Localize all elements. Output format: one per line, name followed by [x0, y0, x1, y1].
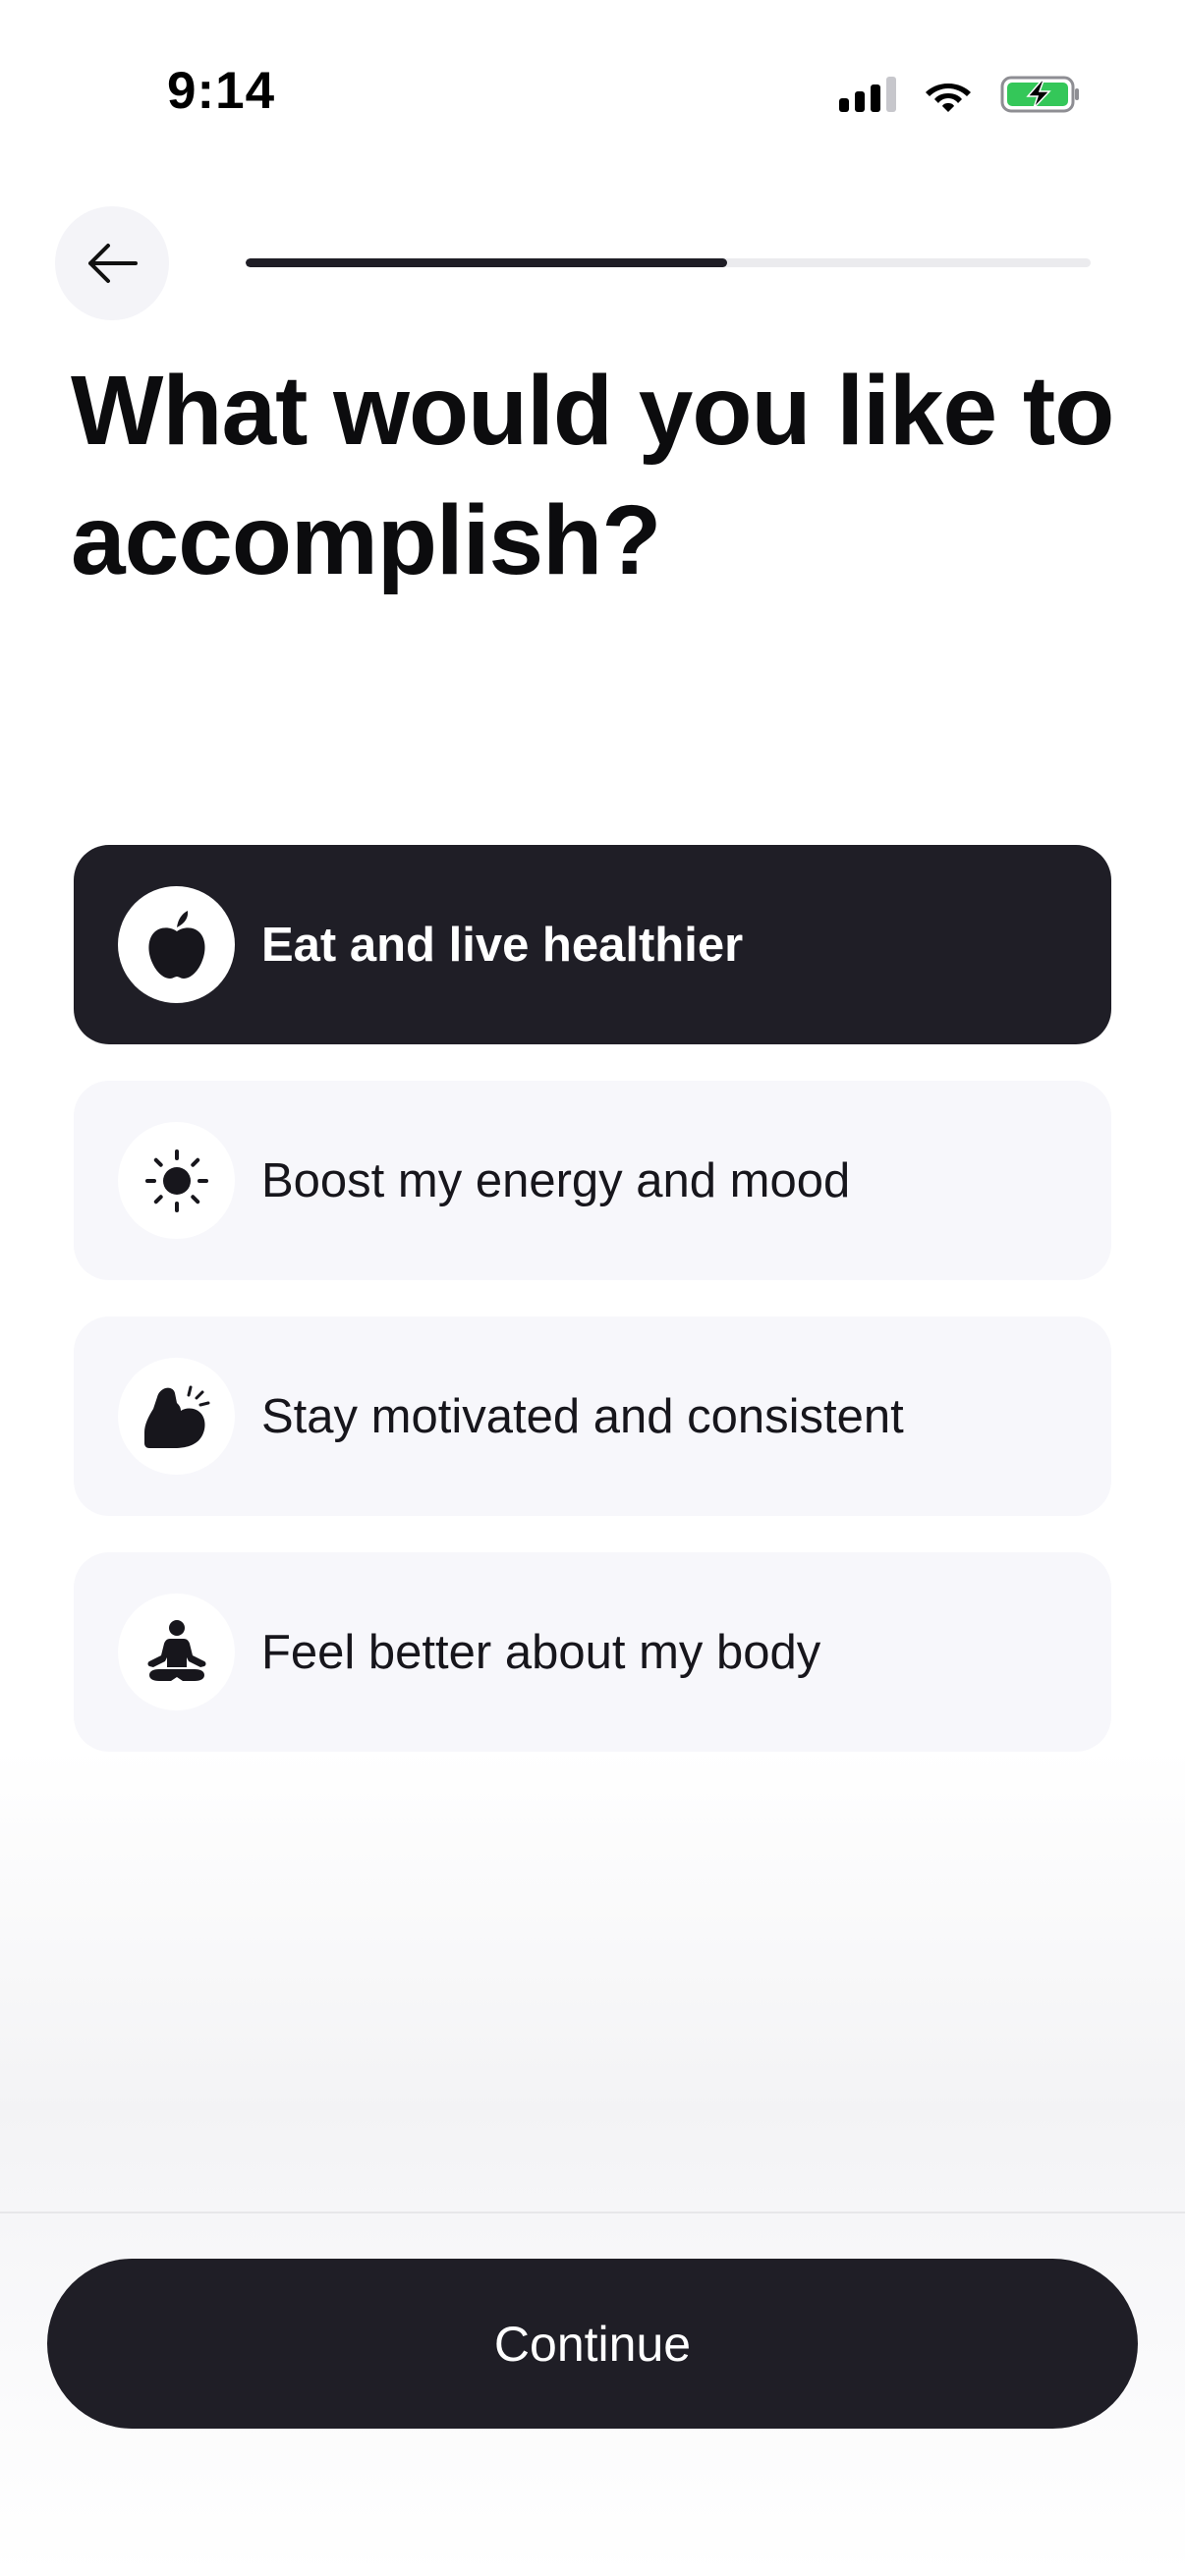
- footer-divider: [0, 2212, 1185, 2213]
- sun-icon: [144, 1148, 208, 1212]
- progress-bar-fill: [246, 258, 728, 267]
- option-label: Feel better about my body: [261, 1625, 821, 1679]
- option-icon-container: [118, 1594, 235, 1710]
- battery-charging-icon: [1000, 76, 1079, 113]
- option-boost-energy[interactable]: Boost my energy and mood: [74, 1081, 1111, 1280]
- status-bar: 9:14: [0, 0, 1185, 177]
- meditation-icon: [147, 1619, 205, 1681]
- goal-options-list: Eat and live healthier Boost my energy a…: [74, 845, 1111, 1788]
- wifi-icon: [926, 84, 971, 112]
- continue-button[interactable]: Continue: [47, 2259, 1138, 2429]
- option-label: Eat and live healthier: [261, 918, 744, 972]
- page-title: What would you like to accomplish?: [71, 356, 1114, 595]
- option-eat-healthier[interactable]: Eat and live healthier: [74, 845, 1111, 1044]
- option-icon-container: [118, 1358, 235, 1475]
- onboarding-screen: 9:14 What would you like to accomplish? …: [0, 0, 1185, 2576]
- apple-icon: [147, 910, 205, 979]
- progress-bar: [246, 258, 1091, 267]
- flexed-bicep-icon: [143, 1385, 209, 1448]
- option-label: Boost my energy and mood: [261, 1153, 851, 1207]
- option-icon-container: [118, 886, 235, 1003]
- option-feel-better-body[interactable]: Feel better about my body: [74, 1552, 1111, 1752]
- cellular-signal-icon: [839, 77, 896, 112]
- option-icon-container: [118, 1122, 235, 1239]
- arrow-left-icon: [88, 244, 138, 283]
- option-label: Stay motivated and consistent: [261, 1389, 904, 1443]
- status-time: 9:14: [167, 62, 276, 120]
- option-stay-motivated[interactable]: Stay motivated and consistent: [74, 1316, 1111, 1516]
- back-button[interactable]: [55, 206, 169, 320]
- status-icons: [839, 75, 1081, 114]
